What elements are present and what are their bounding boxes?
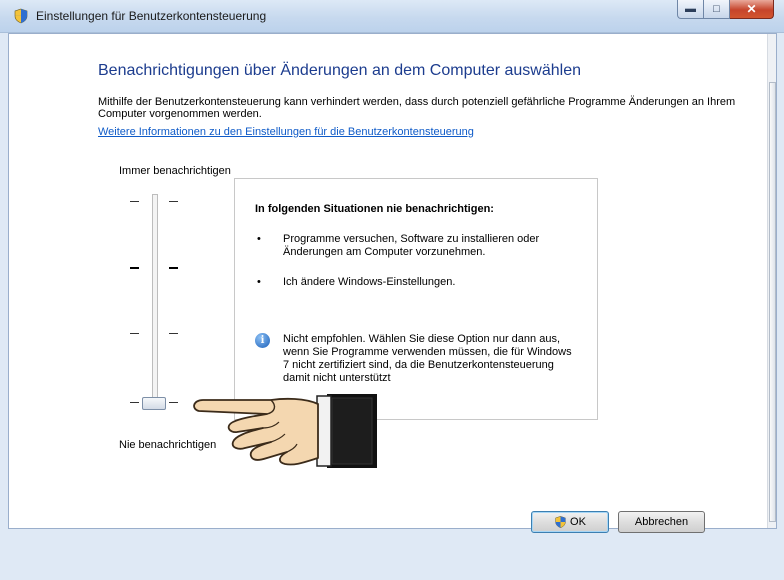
minimize-icon: ▬: [685, 3, 696, 15]
info-bullet-2: Ich ändere Windows-Einstellungen.: [283, 276, 456, 288]
slider-tick: [169, 201, 178, 202]
vertical-scrollbar[interactable]: [767, 34, 776, 528]
slider-tick: [169, 333, 178, 334]
title-bar: Einstellungen für Benutzerkontensteuerun…: [0, 0, 784, 33]
maximize-button[interactable]: □: [704, 0, 730, 19]
slider-tick: [169, 267, 178, 269]
slider-tick: [130, 402, 139, 403]
slider-thumb[interactable]: [142, 397, 166, 410]
slider-top-label: Immer benachrichtigen: [119, 165, 231, 177]
bullet-glyph: •: [257, 233, 261, 245]
window-title: Einstellungen für Benutzerkontensteuerun…: [36, 9, 267, 23]
info-bullet-1: Programme versuchen, Software zu install…: [283, 233, 540, 258]
dialog-content: Benachrichtigungen über Änderungen an de…: [8, 33, 777, 529]
slider-tick: [130, 267, 139, 269]
slider-tick: [130, 201, 139, 202]
scrollbar-thumb[interactable]: [769, 82, 776, 522]
uac-shield-icon: [555, 516, 566, 528]
description-text: Mithilfe der Benutzerkontensteuerung kan…: [98, 96, 736, 120]
more-info-link[interactable]: Weitere Informationen zu den Einstellung…: [98, 126, 474, 138]
pointing-hand-icon: [193, 394, 377, 468]
maximize-icon: □: [713, 3, 720, 15]
window-controls: ▬ □ ✕: [677, 0, 774, 20]
ok-button-label: OK: [570, 516, 586, 528]
minimize-button[interactable]: ▬: [677, 0, 704, 19]
cancel-button-label: Abbrechen: [634, 516, 689, 528]
cancel-button[interactable]: Abbrechen: [618, 511, 705, 533]
page-title: Benachrichtigungen über Änderungen an de…: [98, 62, 581, 79]
uac-shield-icon: [14, 8, 28, 24]
slider-track[interactable]: [152, 194, 158, 409]
slider-tick: [130, 333, 139, 334]
info-icon: i: [255, 333, 270, 348]
bullet-glyph: •: [257, 276, 261, 288]
ok-button[interactable]: OK: [531, 511, 609, 533]
close-button[interactable]: ✕: [730, 0, 774, 19]
close-icon: ✕: [746, 2, 757, 16]
info-panel-title: In folgenden Situationen nie benachricht…: [255, 203, 494, 215]
